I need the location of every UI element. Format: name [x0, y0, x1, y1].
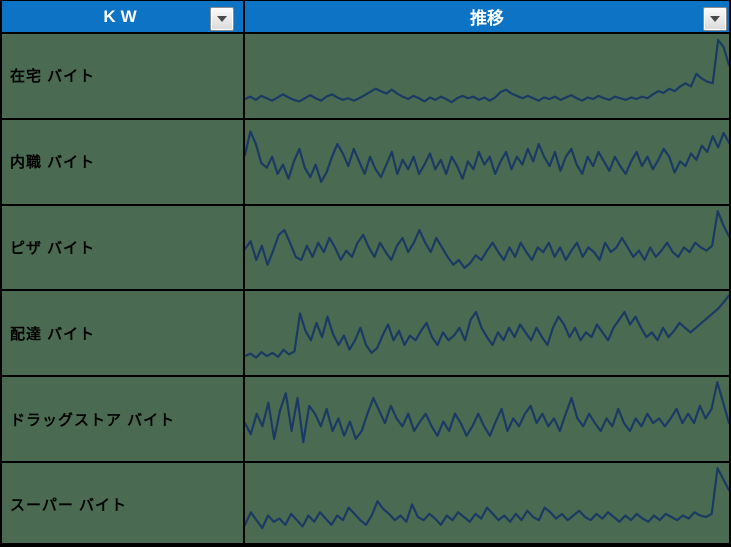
table-row: スーパー バイト [2, 463, 729, 543]
sparkline-cell[interactable] [245, 119, 729, 204]
keyword-cell[interactable]: 内職 バイト [2, 119, 245, 204]
table-row: 内職 バイト [2, 119, 729, 206]
keyword-label: 在宅 バイト [10, 68, 96, 86]
sparkline-chart [245, 381, 729, 444]
keyword-label: スーパー バイト [10, 497, 128, 515]
sparkline-chart [245, 467, 729, 530]
keyword-cell[interactable]: 配達 バイト [2, 291, 245, 376]
header-cell-trend: 推移 [245, 1, 729, 32]
keyword-label: ドラッグストア バイト [10, 411, 176, 429]
sparkline-path [245, 467, 729, 530]
keyword-cell[interactable]: スーパー バイト [2, 463, 245, 543]
sparkline-chart [245, 294, 729, 360]
table-row: ドラッグストア バイト [2, 377, 729, 464]
sparkline-chart [245, 209, 729, 269]
keyword-cell[interactable]: 在宅 バイト [2, 34, 245, 118]
keyword-trend-table: KW 推移 在宅 バイト 内職 バイト ピザ バイト 配達 バイト ドラッグスト… [0, 0, 731, 547]
sparkline-path [245, 294, 729, 360]
keyword-label: 配達 バイト [10, 325, 96, 343]
table-header-row: KW 推移 [2, 1, 729, 34]
table-body: 在宅 バイト 内職 バイト ピザ バイト 配達 バイト ドラッグストア バイト … [2, 34, 729, 543]
header-cell-kw: KW [2, 1, 245, 32]
sparkline-path [245, 209, 729, 269]
filter-arrow-icon [710, 16, 720, 22]
keyword-cell[interactable]: ピザ バイト [2, 205, 245, 290]
sparkline-cell[interactable] [245, 377, 729, 462]
sparkline-path [245, 38, 729, 104]
sparkline-cell[interactable] [245, 205, 729, 290]
sparkline-chart [245, 130, 729, 183]
keyword-cell[interactable]: ドラッグストア バイト [2, 377, 245, 462]
trend-filter-dropdown-button[interactable] [703, 7, 727, 31]
kw-filter-dropdown-button[interactable] [210, 7, 234, 31]
sparkline-path [245, 130, 729, 183]
sparkline-path [245, 381, 729, 444]
header-trend-label: 推移 [470, 9, 504, 28]
sparkline-chart [245, 38, 729, 104]
sparkline-cell[interactable] [245, 463, 729, 543]
table-row: ピザ バイト [2, 205, 729, 292]
sparkline-cell[interactable] [245, 291, 729, 376]
table-row: 在宅 バイト [2, 34, 729, 120]
filter-arrow-icon [217, 16, 227, 22]
table-row: 配達 バイト [2, 291, 729, 378]
sparkline-cell[interactable] [245, 34, 729, 118]
keyword-label: ピザ バイト [10, 240, 96, 258]
keyword-label: 内職 バイト [10, 154, 96, 172]
header-kw-label: KW [103, 6, 142, 26]
